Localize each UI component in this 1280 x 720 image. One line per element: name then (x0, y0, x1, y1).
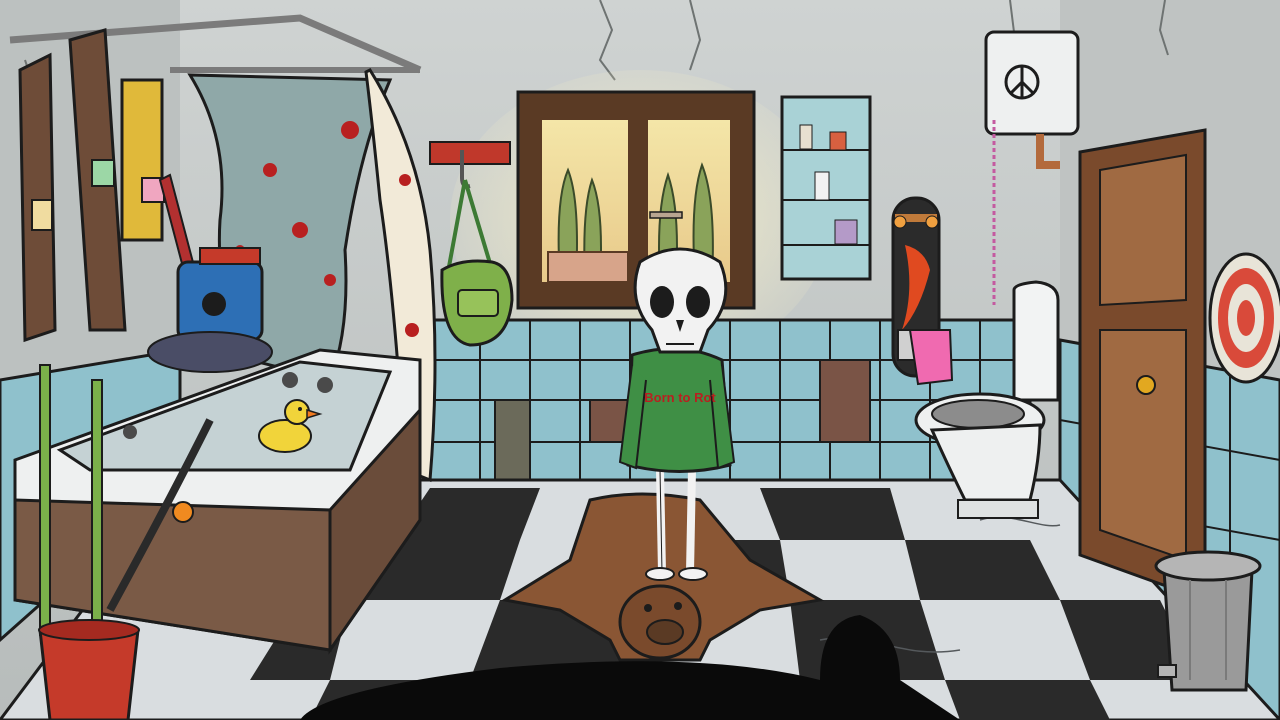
game-scene: Born to Rot (0, 0, 1280, 720)
skateboard-wheel-icon (893, 215, 907, 229)
orange-ball[interactable] (172, 501, 194, 523)
hook-board (429, 141, 511, 165)
trash-can[interactable] (1154, 550, 1262, 692)
bathroom-door[interactable] (1078, 128, 1207, 603)
window-handle[interactable] (649, 211, 683, 219)
hoodie-text: Born to Rot (644, 390, 716, 405)
medicine-cabinet[interactable] (780, 95, 872, 281)
towel-pile (147, 331, 273, 373)
skateboard-wheel-icon (925, 215, 939, 229)
target-icon[interactable] (1208, 252, 1280, 384)
bathroom-scene: Born to Rot (0, 0, 1280, 720)
door-knob[interactable] (1136, 375, 1156, 395)
